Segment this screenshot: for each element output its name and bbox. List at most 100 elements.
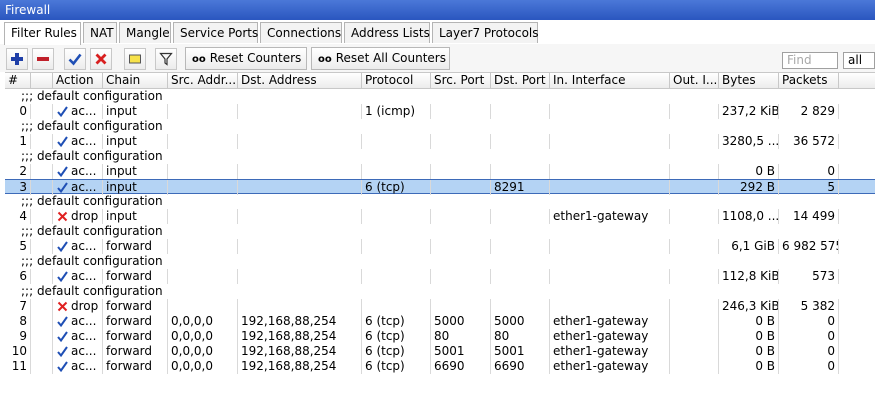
row-chain: input (103, 180, 168, 195)
row-action: ac... (53, 314, 103, 329)
row-out-interface (670, 269, 719, 284)
comment-row[interactable]: ;;; default configuration (5, 149, 875, 164)
col-protocol[interactable]: Protocol (362, 73, 431, 88)
row-action: ac... (53, 134, 103, 149)
row-src-address (168, 239, 238, 254)
col-in-interface[interactable]: In. Interface (550, 73, 670, 88)
table-row[interactable]: 8 ac... forward 0,0,0,0 192,168,88,254 6 (tcp… (5, 314, 875, 329)
row-src-address: 0,0,0,0 (168, 329, 238, 344)
row-in-interface: ether1-gateway (550, 314, 670, 329)
row-bytes: 246,3 KiB (719, 299, 779, 314)
table-header: # Action Chain Src. Addr... Dst. Address… (5, 72, 875, 89)
table-row[interactable]: 9 ac... forward 0,0,0,0 192,168,88,254 6 (tcp… (5, 329, 875, 344)
table-row[interactable]: 4 drop input ether1-gateway 1108,0 ... 14 499 (5, 209, 875, 224)
row-bytes: 1108,0 ... (719, 209, 779, 224)
table-row[interactable]: 10 ac... forward 0,0,0,0 192,168,88,254 6 (tc… (5, 344, 875, 359)
row-action: ac... (53, 344, 103, 359)
rule-comment: ;;; default configuration (21, 89, 163, 103)
row-packets: 14 499 (779, 209, 839, 224)
row-action: ac... (53, 359, 103, 374)
reset-counters-button[interactable]: oo Reset Counters (185, 47, 307, 70)
tab-mangle[interactable]: Mangle (119, 22, 171, 43)
comment-row[interactable]: ;;; default configuration (5, 119, 875, 134)
filter-button[interactable] (155, 48, 177, 70)
row-src-address (168, 299, 238, 314)
table-row[interactable]: 2 ac... input 0 B0 (5, 164, 875, 179)
remove-button[interactable] (32, 48, 54, 70)
enable-button[interactable] (64, 48, 86, 70)
row-src-port: 80 (431, 329, 491, 344)
add-button[interactable] (6, 48, 28, 70)
comment-row[interactable]: ;;; default configuration (5, 284, 875, 299)
col-number[interactable]: # (5, 73, 31, 88)
col-out-interface[interactable]: Out. I... (670, 73, 719, 88)
col-packets[interactable]: Packets (779, 73, 839, 88)
col-src-address[interactable]: Src. Addr... (168, 73, 238, 88)
action-label: ac... (71, 269, 97, 283)
row-in-interface (550, 134, 670, 149)
row-packets: 2 829 (779, 104, 839, 119)
row-in-interface: ether1-gateway (550, 344, 670, 359)
row-dst-port: 5000 (491, 314, 550, 329)
comment-row[interactable]: ;;; default configuration (5, 224, 875, 239)
row-packets: 0 (779, 359, 839, 374)
action-label: ac... (71, 359, 97, 373)
row-src-address: 0,0,0,0 (168, 314, 238, 329)
row-dst-address: 192,168,88,254 (238, 359, 362, 374)
col-flag[interactable] (31, 73, 53, 88)
row-dst-port: 80 (491, 329, 550, 344)
row-flag (31, 104, 53, 119)
row-protocol (362, 209, 431, 224)
row-out-interface (670, 134, 719, 149)
find-input[interactable]: Find (782, 52, 838, 69)
tab-layer7-protocols[interactable]: Layer7 Protocols (432, 22, 539, 43)
row-packets: 5 382 (779, 299, 839, 314)
comment-row[interactable]: ;;; default configuration (5, 89, 875, 104)
comment-row[interactable]: ;;; default configuration (5, 194, 875, 209)
chain-filter-select[interactable]: all (843, 52, 875, 69)
action-label: ac... (71, 344, 97, 358)
table-row[interactable]: 7 drop forward 246,3 KiB 5 382 (5, 299, 875, 314)
col-action[interactable]: Action (53, 73, 103, 88)
tab-filter-rules[interactable]: Filter Rules (4, 22, 81, 45)
row-flag (31, 180, 53, 195)
table-row[interactable]: 11 ac... forward 0,0,0,0 192,168,88,254 6 (tc… (5, 359, 875, 374)
table-row[interactable]: 6 ac... forward 112,8 KiB 573 (5, 269, 875, 284)
comment-button[interactable] (124, 48, 146, 70)
row-dst-port (491, 209, 550, 224)
col-bytes[interactable]: Bytes (719, 73, 779, 88)
reset-all-counters-button[interactable]: oo Reset All Counters (311, 47, 450, 70)
accept-icon (57, 316, 68, 329)
row-protocol: 6 (tcp) (362, 344, 431, 359)
tab-address-lists[interactable]: Address Lists (344, 22, 430, 43)
col-chain[interactable]: Chain (103, 73, 168, 88)
table-row[interactable]: 5 ac... forward 6,1 GiB 6 982 575 (5, 239, 875, 254)
disable-button[interactable] (90, 48, 112, 70)
row-dst-port (491, 269, 550, 284)
tab-nat[interactable]: NAT (83, 22, 117, 43)
tab-service-ports[interactable]: Service Ports (173, 22, 258, 43)
col-src-port[interactable]: Src. Port (431, 73, 491, 88)
row-chain: forward (103, 314, 168, 329)
tab-connections[interactable]: Connections (260, 22, 342, 43)
row-out-interface (670, 344, 719, 359)
col-dst-port[interactable]: Dst. Port (491, 73, 550, 88)
row-dst-port (491, 239, 550, 254)
col-dst-address[interactable]: Dst. Address (238, 73, 362, 88)
table-row[interactable]: 0 ac... input 1 (icmp) 237,2 KiB 2 829 (5, 104, 875, 119)
table-row[interactable]: 1 ac... input 3280,5 ... 36 572 (5, 134, 875, 149)
row-dst-address: 192,168,88,254 (238, 329, 362, 344)
action-label: ac... (71, 104, 97, 118)
table-row[interactable]: 3 ac... input 6 (tcp) 8291 292 B5 (5, 179, 875, 195)
accept-icon (57, 136, 68, 149)
row-flag (31, 209, 53, 224)
row-dst-address (238, 299, 362, 314)
row-chain: forward (103, 239, 168, 254)
row-protocol (362, 134, 431, 149)
row-bytes: 237,2 KiB (719, 104, 779, 119)
row-packets: 0 (779, 314, 839, 329)
row-number: 7 (5, 299, 31, 314)
action-label: ac... (71, 180, 97, 194)
comment-row[interactable]: ;;; default configuration (5, 254, 875, 269)
row-src-port (431, 239, 491, 254)
